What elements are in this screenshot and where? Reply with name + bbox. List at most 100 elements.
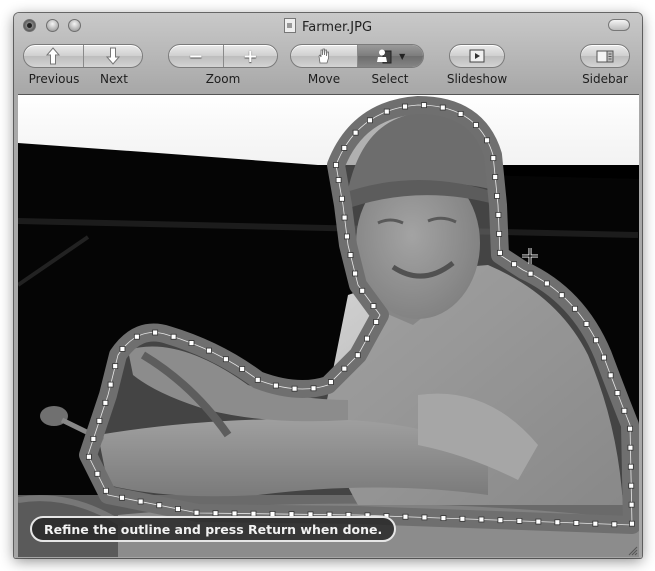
selection-handle[interactable] <box>478 516 485 523</box>
selection-handle[interactable] <box>573 520 580 526</box>
selection-handle[interactable] <box>333 162 339 168</box>
selection-handle[interactable] <box>490 155 497 162</box>
selection-handle[interactable] <box>352 129 359 136</box>
selection-handle[interactable] <box>119 346 126 352</box>
next-button[interactable] <box>84 45 143 67</box>
selection-handle[interactable] <box>516 517 523 524</box>
selection-handle[interactable] <box>341 214 348 221</box>
selection-handle[interactable] <box>344 233 350 240</box>
selection-handle[interactable] <box>137 498 144 505</box>
selection-handle[interactable] <box>527 270 534 277</box>
selection-handle[interactable] <box>188 340 195 346</box>
selection-handle[interactable] <box>583 321 590 327</box>
select-dropdown-arrow-icon[interactable]: ▼ <box>399 52 405 61</box>
selection-handle[interactable] <box>291 385 298 392</box>
selection-handle[interactable] <box>627 463 634 470</box>
toolbar-toggle-button[interactable] <box>608 19 630 31</box>
sidebar-button[interactable] <box>580 44 630 68</box>
selection-handle[interactable] <box>254 376 261 383</box>
selection-handle[interactable] <box>628 501 635 508</box>
selection-handle[interactable] <box>497 249 503 256</box>
selection-handle[interactable] <box>558 292 565 299</box>
selection-handle[interactable] <box>593 337 600 344</box>
selection-handle[interactable] <box>347 252 354 258</box>
selection-handle[interactable] <box>212 510 219 517</box>
document-image-icon[interactable] <box>283 18 296 33</box>
selection-handle[interactable] <box>627 444 634 451</box>
selection-handle[interactable] <box>439 104 446 111</box>
selection-handle[interactable] <box>206 347 212 354</box>
selection-handle[interactable] <box>484 137 490 144</box>
selection-handle[interactable] <box>239 366 246 372</box>
selection-handle[interactable] <box>102 399 109 406</box>
image-canvas[interactable]: Refine the outline and press Return when… <box>18 94 639 557</box>
selection-handle[interactable] <box>133 333 140 340</box>
farmer-photo[interactable] <box>18 95 639 557</box>
selection-handle[interactable] <box>511 261 518 268</box>
selection-handle[interactable] <box>473 122 479 128</box>
selection-handle[interactable] <box>421 514 428 521</box>
selection-handle[interactable] <box>497 517 504 524</box>
selection-handle[interactable] <box>119 494 125 501</box>
selection-handle[interactable] <box>367 117 373 124</box>
selection-handle[interactable] <box>383 108 390 115</box>
selection-handle[interactable] <box>341 145 348 151</box>
slideshow-button[interactable] <box>449 44 505 68</box>
move-tool-button[interactable] <box>291 45 358 67</box>
selection-handle[interactable] <box>175 506 181 512</box>
selection-handle[interactable] <box>152 329 159 336</box>
selection-handle[interactable] <box>370 303 377 309</box>
selection-handle[interactable] <box>90 435 97 442</box>
selection-handle[interactable] <box>572 305 578 312</box>
selection-handle[interactable] <box>607 372 614 379</box>
selection-handle[interactable] <box>535 518 542 525</box>
selection-handle[interactable] <box>373 319 380 325</box>
selection-handle[interactable] <box>359 287 366 294</box>
selection-handle[interactable] <box>339 195 345 202</box>
selection-handle[interactable] <box>112 363 119 370</box>
selection-handle[interactable] <box>328 379 334 385</box>
slideshow-button-face[interactable] <box>450 45 504 67</box>
selection-handle[interactable] <box>421 102 427 109</box>
selection-handle[interactable] <box>94 470 101 477</box>
selection-handle[interactable] <box>402 103 408 110</box>
previous-button[interactable] <box>24 45 84 67</box>
selection-handle[interactable] <box>440 515 447 522</box>
selection-handle[interactable] <box>627 425 633 432</box>
selection-handle[interactable] <box>222 356 229 363</box>
selection-handle[interactable] <box>107 381 114 388</box>
selection-handle[interactable] <box>102 487 109 494</box>
selection-handle[interactable] <box>354 352 361 359</box>
selection-handle[interactable] <box>495 211 502 218</box>
selection-handle[interactable] <box>494 193 500 199</box>
selection-handle[interactable] <box>601 354 607 361</box>
zoom-in-button[interactable]: + <box>224 45 278 67</box>
resize-grip-icon[interactable] <box>626 544 638 556</box>
selection-handle[interactable] <box>193 509 200 516</box>
selection-handle[interactable] <box>621 407 628 414</box>
selection-handle[interactable] <box>614 390 621 396</box>
selection-handle[interactable] <box>402 513 409 520</box>
zoom-out-button[interactable]: − <box>169 45 224 67</box>
sidebar-button-face[interactable] <box>581 45 629 67</box>
selection-handle[interactable] <box>611 521 618 528</box>
selection-handle[interactable] <box>457 111 464 117</box>
selection-handle[interactable] <box>543 280 550 287</box>
selection-handle[interactable] <box>170 333 177 340</box>
selection-handle[interactable] <box>310 385 317 392</box>
selection-handle[interactable] <box>628 482 635 489</box>
selection-handle[interactable] <box>352 270 359 277</box>
selection-handle[interactable] <box>629 520 635 527</box>
selection-handle[interactable] <box>496 230 503 237</box>
selection-handle[interactable] <box>156 502 163 509</box>
selection-handle[interactable] <box>592 520 599 527</box>
selection-handle[interactable] <box>459 515 466 522</box>
title-bar[interactable]: Farmer.JPG <box>14 13 642 39</box>
selection-handle[interactable] <box>272 382 279 389</box>
selection-handle[interactable] <box>554 519 561 526</box>
selection-handle[interactable] <box>85 453 92 460</box>
select-tool-button[interactable]: ▼ <box>357 45 423 67</box>
selection-handle[interactable] <box>341 365 348 372</box>
selection-handle[interactable] <box>96 417 103 424</box>
selection-handle[interactable] <box>364 335 370 342</box>
